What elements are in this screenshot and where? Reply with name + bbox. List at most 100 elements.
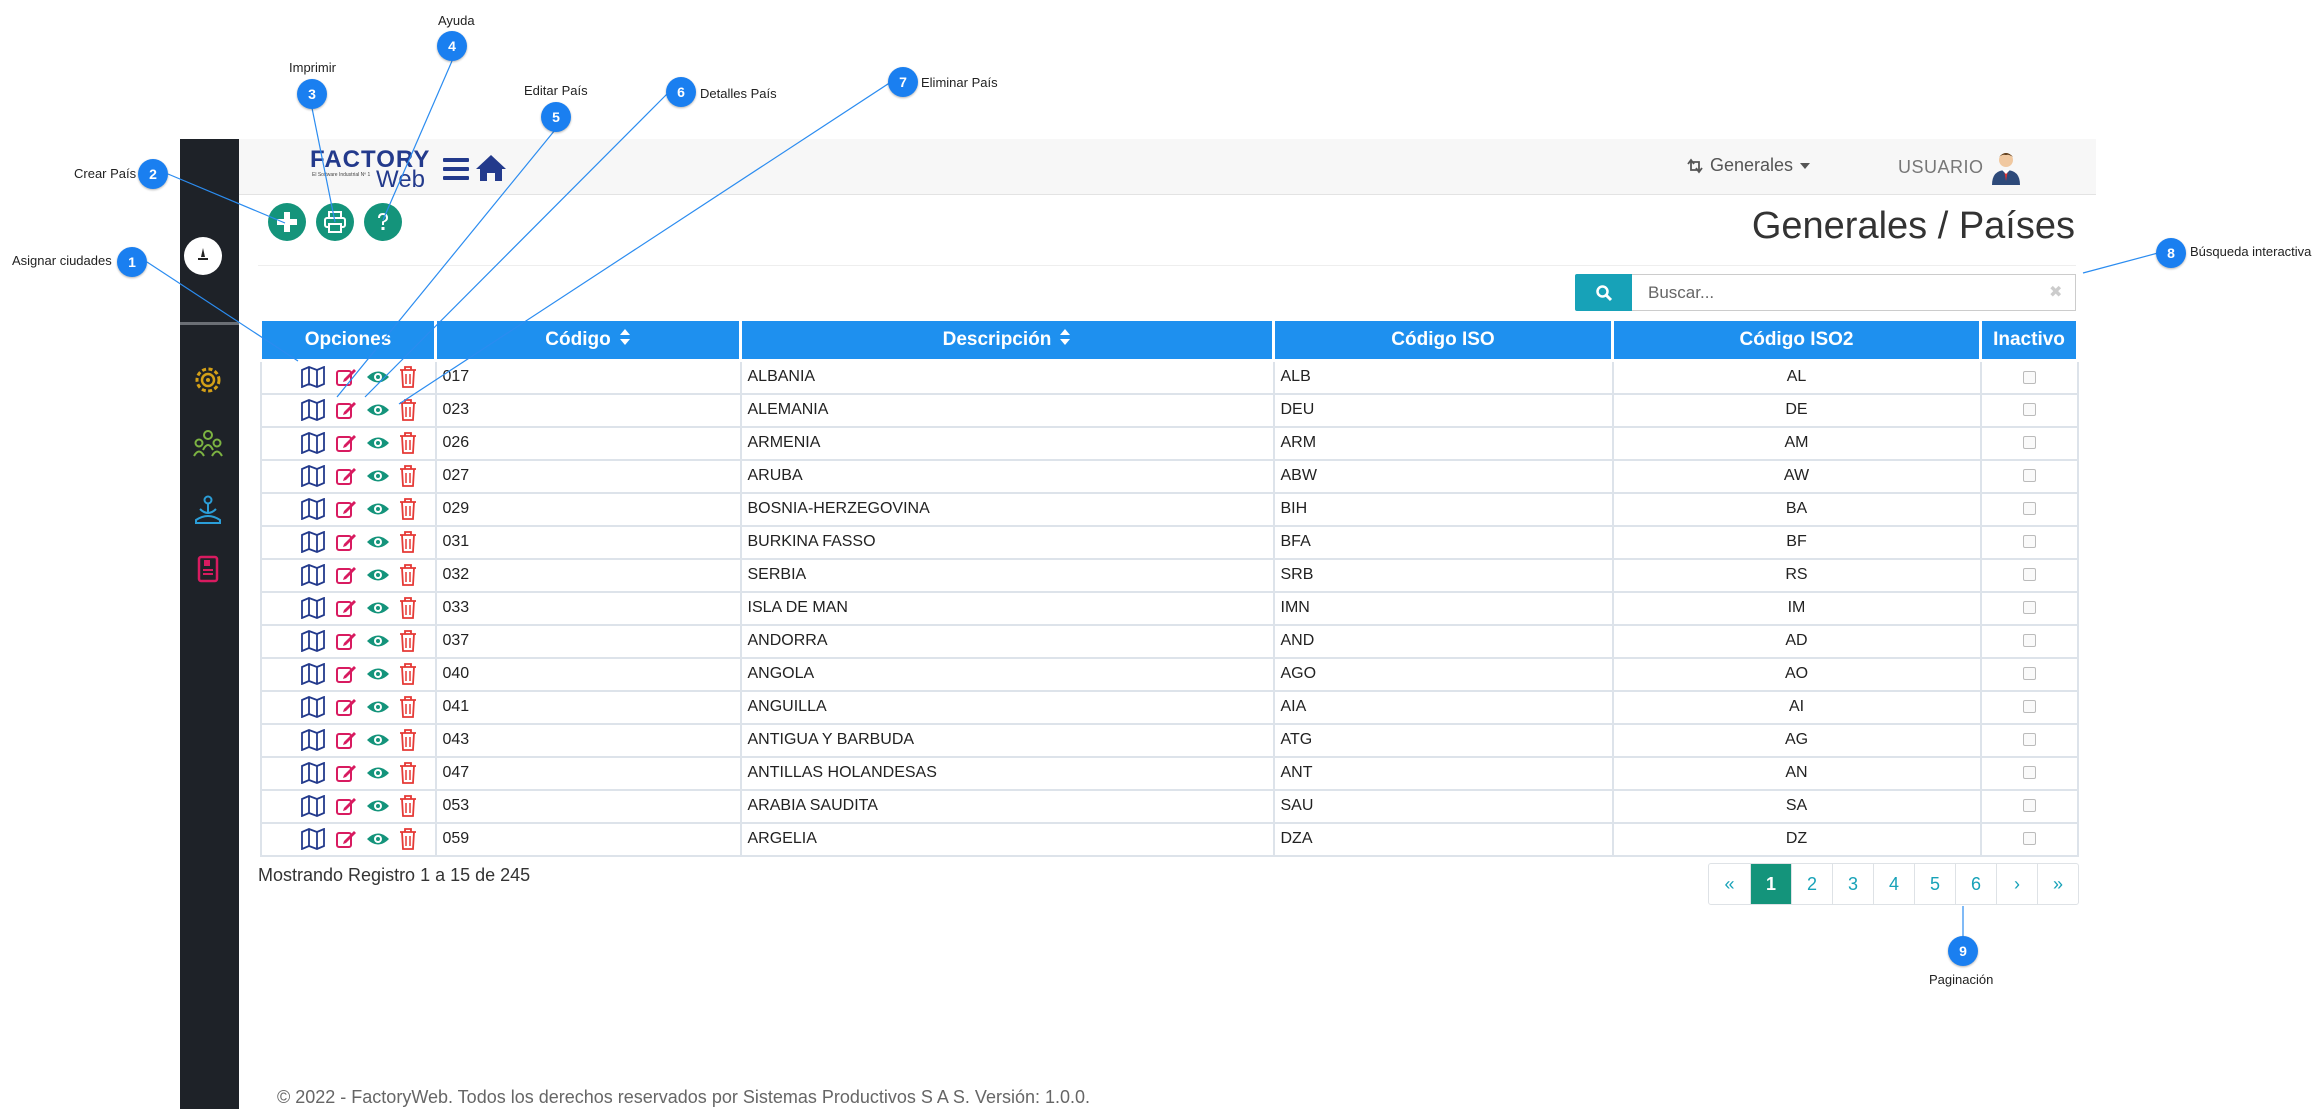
edit-icon[interactable]: [335, 828, 357, 850]
sort-icon[interactable]: [1059, 328, 1071, 352]
trash-icon[interactable]: [399, 465, 417, 487]
inactive-checkbox[interactable]: [2022, 502, 2036, 516]
map-icon[interactable]: [300, 762, 326, 784]
inactive-checkbox[interactable]: [2022, 733, 2036, 747]
eye-icon[interactable]: [366, 632, 390, 650]
inactive-checkbox[interactable]: [2022, 700, 2036, 714]
inactive-checkbox[interactable]: [2022, 832, 2036, 846]
eye-icon[interactable]: [366, 533, 390, 551]
map-icon[interactable]: [300, 465, 326, 487]
trash-icon[interactable]: [399, 663, 417, 685]
map-icon[interactable]: [300, 795, 326, 817]
table-row[interactable]: 026 ARMENIA ARM AM: [259, 425, 2079, 461]
print-button[interactable]: [316, 203, 354, 241]
sort-icon[interactable]: [619, 328, 631, 352]
page-link[interactable]: ›: [1996, 864, 2037, 904]
trash-icon[interactable]: [399, 762, 417, 784]
table-row[interactable]: 037 ANDORRA AND AD: [259, 623, 2079, 659]
table-row[interactable]: 053 ARABIA SAUDITA SAU SA: [259, 788, 2079, 824]
user-name[interactable]: USUARIO: [1898, 157, 1984, 178]
meditation-icon[interactable]: [190, 492, 226, 528]
inactive-checkbox[interactable]: [2022, 766, 2036, 780]
map-icon[interactable]: [300, 564, 326, 586]
edit-icon[interactable]: [335, 597, 357, 619]
map-icon[interactable]: [300, 531, 326, 553]
page-link[interactable]: »: [2037, 864, 2078, 904]
eye-icon[interactable]: [366, 368, 390, 386]
inactive-checkbox[interactable]: [2022, 403, 2036, 417]
generales-dropdown[interactable]: Generales: [1686, 155, 1811, 176]
inactive-checkbox[interactable]: [2022, 469, 2036, 483]
page-link[interactable]: «: [1709, 864, 1750, 904]
eye-icon[interactable]: [366, 599, 390, 617]
inactive-checkbox[interactable]: [2022, 799, 2036, 813]
trash-icon[interactable]: [399, 366, 417, 389]
trash-icon[interactable]: [399, 597, 417, 619]
column-header-description[interactable]: Descripción: [739, 318, 1275, 362]
map-icon[interactable]: [300, 696, 326, 718]
sidebar-company-logo[interactable]: [184, 237, 222, 275]
trash-icon[interactable]: [399, 498, 417, 520]
page-link[interactable]: 6: [1955, 864, 1996, 904]
map-icon[interactable]: [300, 432, 326, 454]
table-row[interactable]: 059 ARGELIA DZA DZ: [259, 821, 2079, 857]
help-button[interactable]: [364, 203, 402, 241]
trash-icon[interactable]: [399, 630, 417, 652]
map-icon[interactable]: [300, 399, 326, 421]
search-input[interactable]: [1632, 274, 2076, 311]
map-icon[interactable]: [300, 498, 326, 520]
edit-icon[interactable]: [335, 564, 357, 586]
trash-icon[interactable]: [399, 432, 417, 454]
inactive-checkbox[interactable]: [2022, 601, 2036, 615]
eye-icon[interactable]: [366, 797, 390, 815]
book-icon[interactable]: [190, 551, 226, 587]
eye-icon[interactable]: [366, 434, 390, 452]
home-icon[interactable]: [474, 153, 508, 183]
page-link[interactable]: 3: [1832, 864, 1873, 904]
table-row[interactable]: 032 SERBIA SRB RS: [259, 557, 2079, 593]
eye-icon[interactable]: [366, 401, 390, 419]
page-link[interactable]: 4: [1873, 864, 1914, 904]
edit-icon[interactable]: [335, 696, 357, 718]
edit-icon[interactable]: [335, 465, 357, 487]
table-row[interactable]: 027 ARUBA ABW AW: [259, 458, 2079, 494]
eye-icon[interactable]: [366, 467, 390, 485]
edit-icon[interactable]: [335, 432, 357, 454]
trash-icon[interactable]: [399, 564, 417, 586]
inactive-checkbox[interactable]: [2022, 535, 2036, 549]
edit-icon[interactable]: [335, 498, 357, 520]
edit-icon[interactable]: [335, 531, 357, 553]
table-row[interactable]: 023 ALEMANIA DEU DE: [259, 392, 2079, 428]
gear-icon[interactable]: [190, 362, 226, 398]
table-row[interactable]: 040 ANGOLA AGO AO: [259, 656, 2079, 692]
edit-icon[interactable]: [335, 399, 357, 421]
table-row[interactable]: 043 ANTIGUA Y BARBUDA ATG AG: [259, 722, 2079, 758]
eye-icon[interactable]: [366, 500, 390, 518]
inactive-checkbox[interactable]: [2022, 568, 2036, 582]
table-row[interactable]: 031 BURKINA FASSO BFA BF: [259, 524, 2079, 560]
map-icon[interactable]: [300, 729, 326, 751]
edit-icon[interactable]: [335, 630, 357, 652]
trash-icon[interactable]: [399, 399, 417, 421]
eye-icon[interactable]: [366, 830, 390, 848]
eye-icon[interactable]: [366, 764, 390, 782]
factoryweb-logo[interactable]: FACTORY Web El Software Industrial Nº 1: [310, 144, 429, 193]
trash-icon[interactable]: [399, 729, 417, 751]
map-icon[interactable]: [300, 630, 326, 652]
inactive-checkbox[interactable]: [2022, 667, 2036, 681]
eye-icon[interactable]: [366, 566, 390, 584]
inactive-checkbox[interactable]: [2022, 370, 2036, 384]
trash-icon[interactable]: [399, 828, 417, 850]
menu-toggle-icon[interactable]: [443, 158, 469, 180]
map-icon[interactable]: [300, 366, 326, 389]
trash-icon[interactable]: [399, 531, 417, 553]
page-link[interactable]: 2: [1791, 864, 1832, 904]
eye-icon[interactable]: [366, 698, 390, 716]
map-icon[interactable]: [300, 663, 326, 685]
user-avatar[interactable]: [1987, 147, 2025, 185]
table-row[interactable]: 017 ALBANIA ALB AL: [259, 359, 2079, 395]
search-button[interactable]: [1575, 274, 1632, 311]
map-icon[interactable]: [300, 597, 326, 619]
edit-icon[interactable]: [335, 729, 357, 751]
column-header-code[interactable]: Código: [434, 318, 742, 362]
